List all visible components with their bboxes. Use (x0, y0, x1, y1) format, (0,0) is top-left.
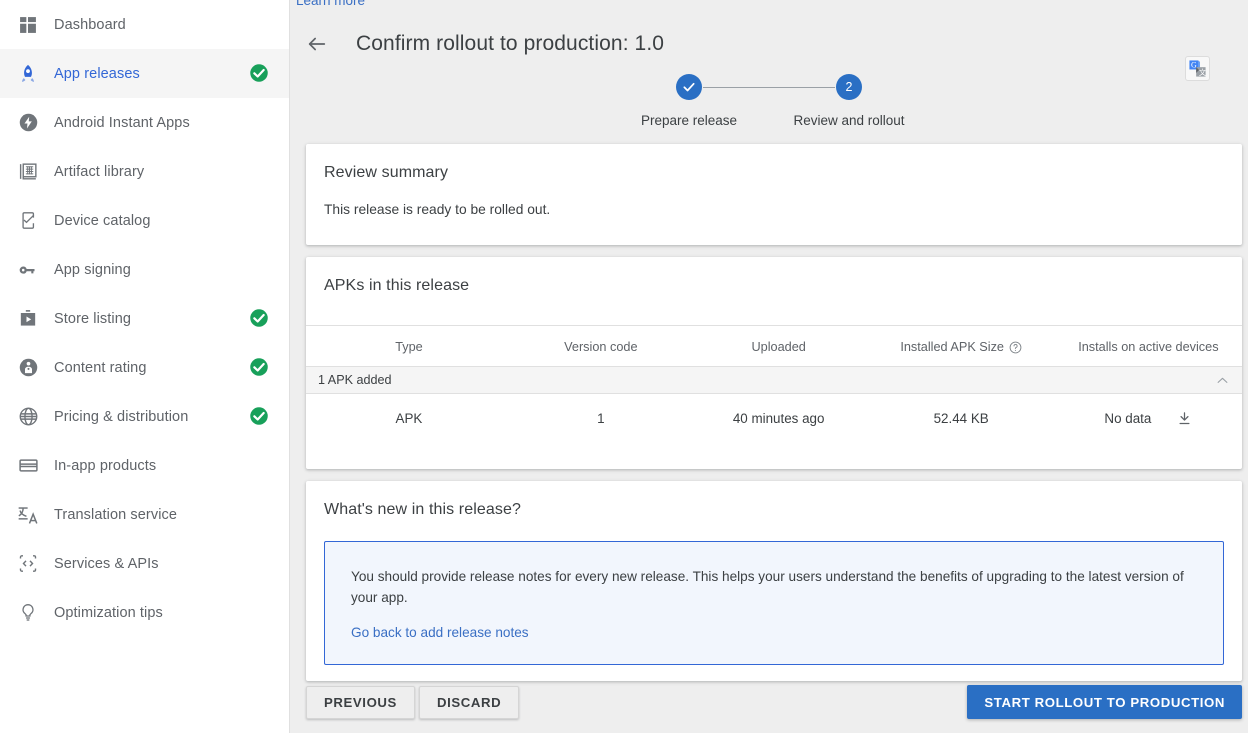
sidebar-item-store-listing[interactable]: Store listing (0, 294, 289, 343)
apk-table-head: Type Version code Uploaded Installed APK… (306, 325, 1242, 367)
apk-group-row: 1 APK added (306, 366, 1242, 394)
page-title: Confirm rollout to production: 1.0 (356, 32, 665, 55)
learn-more-link[interactable]: Learn more (296, 0, 365, 8)
sidebar-item-translation-service[interactable]: Translation service (0, 490, 289, 539)
library-icon (8, 160, 48, 184)
cell-uploaded: 40 minutes ago (732, 411, 825, 426)
sidebar-item-label: Services & APIs (54, 555, 159, 572)
play-console-window: Dashboard App releases Android Instant App… (0, 0, 1248, 733)
apk-table-header-row: Type Version code Uploaded Installed APK… (306, 325, 1242, 367)
sidebar-item-label: Device catalog (54, 212, 151, 229)
sidebar-item-app-signing[interactable]: App signing (0, 245, 289, 294)
table-row: APK 1 40 minutes ago 52.44 KB No data (306, 394, 1242, 444)
bolt-icon (8, 111, 48, 135)
go-back-to-add-release-notes-link[interactable]: Go back to add release notes (351, 625, 529, 640)
apks-in-release-card: APKs in this release Type Version code U… (306, 257, 1242, 469)
cell-installed-apk-size: 52.44 KB (933, 411, 989, 426)
rocket-icon (8, 62, 48, 86)
cell-version-code: 1 (597, 411, 605, 426)
sidebar-item-label: Content rating (54, 359, 147, 376)
sidebar-item-content-rating[interactable]: Content rating (0, 343, 289, 392)
sidebar-item-app-releases[interactable]: App releases (0, 49, 289, 98)
bulb-icon (8, 601, 48, 625)
sidebar-item-in-app-products[interactable]: In-app products (0, 441, 289, 490)
sidebar-item-optimization-tips[interactable]: Optimization tips (0, 588, 289, 637)
help-circle-icon[interactable] (1009, 341, 1022, 354)
review-summary-body: This release is ready to be rolled out. (324, 202, 551, 217)
column-header-installed-apk-size: Installed APK Size (867, 325, 1055, 367)
sidebar-item-label: In-app products (54, 457, 157, 474)
code-icon (8, 552, 48, 576)
sidebar-item-artifact-library[interactable]: Artifact library (0, 147, 289, 196)
release-stepper: Prepare release 2 Review and rollout (290, 74, 1248, 144)
status-check-badge (249, 406, 271, 428)
step-1-label: Prepare release (640, 113, 738, 128)
globe-icon (8, 405, 48, 429)
apk-group-label: 1 APK added (318, 373, 392, 387)
sidebar-item-label: Pricing & distribution (54, 408, 189, 425)
key-icon (8, 258, 48, 282)
sidebar-item-label: Android Instant Apps (54, 114, 190, 131)
sidebar-item-dashboard[interactable]: Dashboard (0, 0, 289, 49)
installs-value: No data (1104, 411, 1152, 426)
chevron-up-icon[interactable] (1215, 373, 1230, 388)
status-check-badge (249, 63, 271, 85)
sidebar-item-label: Store listing (54, 310, 132, 327)
page-header: Confirm rollout to production: 1.0 (290, 22, 1248, 66)
back-arrow-icon[interactable] (304, 31, 330, 57)
sidebar-item-label: Optimization tips (54, 604, 163, 621)
step-review-and-rollout[interactable]: 2 Review and rollout (769, 74, 929, 128)
person-badge-icon (8, 356, 48, 380)
step-2-bullet: 2 (836, 74, 862, 100)
step-1-bullet (676, 74, 702, 100)
release-notes-notice-text: You should provide release notes for eve… (351, 569, 1184, 606)
sidebar-item-device-catalog[interactable]: Device catalog (0, 196, 289, 245)
step-prepare-release[interactable]: Prepare release (609, 74, 769, 128)
previous-button[interactable]: PREVIOUS (306, 685, 415, 719)
whats-new-card: What's new in this release? You should p… (306, 481, 1242, 682)
sidebar-item-services-apis[interactable]: Services & APIs (0, 539, 289, 588)
dashboard-icon (8, 13, 48, 37)
sidebar-item-label: App releases (54, 65, 140, 82)
release-notes-notice: You should provide release notes for eve… (324, 541, 1224, 666)
apk-group-cell: 1 APK added (306, 366, 1242, 394)
whats-new-title: What's new in this release? (324, 501, 521, 518)
action-footer: PREVIOUS DISCARD START ROLLOUT TO PRODUC… (290, 685, 1248, 719)
column-header-type: Type (306, 325, 512, 367)
stepper-connector (703, 87, 835, 88)
sidebar-item-label: App signing (54, 261, 131, 278)
device-check-icon (8, 209, 48, 233)
sidebar-item-android-instant-apps[interactable]: Android Instant Apps (0, 98, 289, 147)
sidebar-item-label: Translation service (54, 506, 178, 523)
status-check-badge (249, 357, 271, 379)
apk-table-body: 1 APK added APK 1 40 minutes ago 52.44 K… (306, 366, 1242, 444)
step-2-label: Review and rollout (793, 113, 905, 128)
svg-text:G: G (1191, 61, 1197, 70)
download-icon[interactable] (1177, 411, 1192, 426)
column-header-uploaded: Uploaded (689, 325, 868, 367)
apk-table-wrapper: Type Version code Uploaded Installed APK… (306, 325, 1242, 443)
status-check-badge (249, 308, 271, 330)
store-icon (8, 307, 48, 331)
apks-card-title: APKs in this release (324, 277, 470, 294)
sidebar-item-pricing-distribution[interactable]: Pricing & distribution (0, 392, 289, 441)
review-summary-title: Review summary (324, 164, 449, 181)
sidebar-item-label: Artifact library (54, 163, 145, 180)
main-content: Learn more Confirm rollout to production… (290, 0, 1248, 733)
discard-button[interactable]: DISCARD (418, 685, 520, 719)
translate-icon (8, 503, 48, 527)
apk-table: Type Version code Uploaded Installed APK… (306, 325, 1242, 443)
column-header-installs-on-active-devices: Installs on active devices (1054, 325, 1242, 367)
sidebar-nav: Dashboard App releases Android Instant App… (0, 0, 290, 733)
card-icon (8, 454, 48, 478)
cell-type: APK (395, 411, 423, 426)
cell-installs-on-active-devices: No data (1055, 394, 1242, 444)
column-header-version-code: Version code (511, 325, 690, 367)
start-rollout-to-production-button[interactable]: START ROLLOUT TO PRODUCTION (967, 685, 1242, 719)
review-summary-card: Review summary This release is ready to … (306, 144, 1242, 245)
sidebar-item-label: Dashboard (54, 16, 126, 33)
